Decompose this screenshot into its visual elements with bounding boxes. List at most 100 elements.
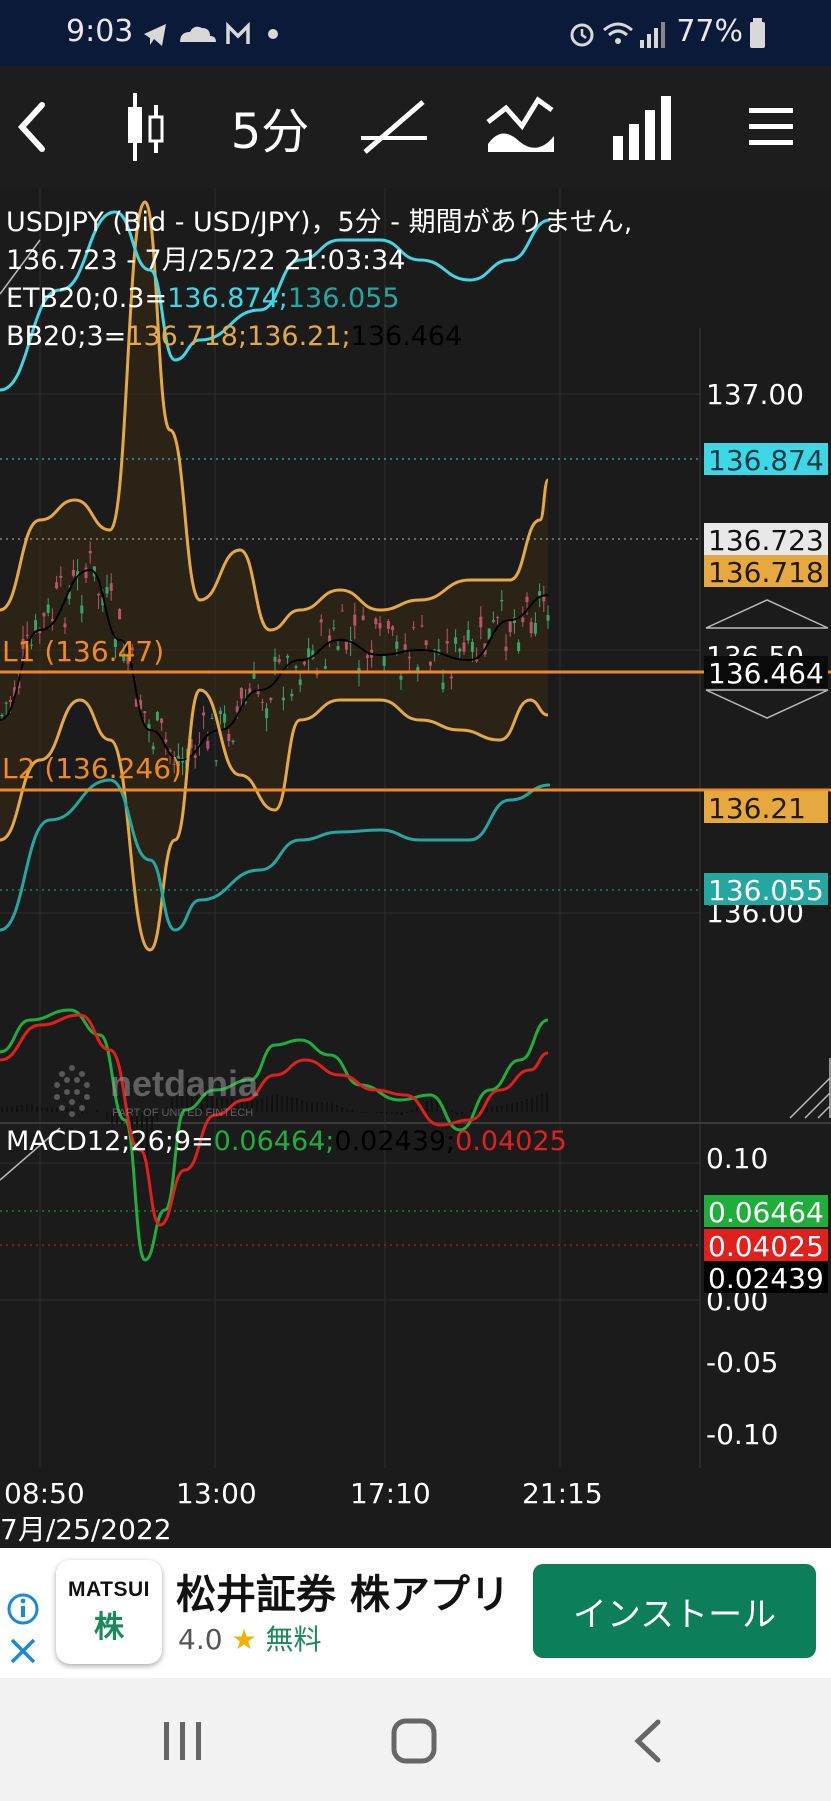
recents-icon[interactable] [160, 1720, 206, 1762]
candle-body [202, 712, 206, 716]
drag-handle-top[interactable] [705, 599, 829, 629]
candle-body [80, 605, 84, 614]
close-icon[interactable] [8, 1636, 38, 1666]
hamburger-menu-icon [749, 108, 793, 145]
candle-body [63, 623, 67, 628]
tag-hist: 0.02439 [708, 1262, 824, 1295]
candle-body [273, 656, 277, 662]
home-icon[interactable] [390, 1718, 440, 1764]
menu-button[interactable] [742, 66, 800, 188]
candle-body [231, 740, 235, 743]
back-icon[interactable] [630, 1718, 670, 1764]
candle-body [374, 618, 378, 625]
macd-legend-prefix: MACD12;26;9= [6, 1126, 214, 1157]
candle-body [160, 718, 164, 723]
telegram-icon [144, 24, 166, 46]
candle-body [399, 675, 403, 680]
candle-body [378, 623, 382, 629]
date-label: 7月/25/2022 [0, 1513, 172, 1546]
indicators-button[interactable] [484, 66, 558, 188]
candle-body [55, 582, 59, 589]
interval-label: 5分 [230, 104, 310, 160]
candle-body [441, 682, 445, 690]
cloud-icon [180, 26, 216, 42]
watermark-text: netdania [110, 1063, 259, 1104]
status-right-icons [570, 22, 665, 48]
chart-type-button[interactable] [608, 66, 680, 188]
tag-bb-upper: 136.718 [708, 556, 824, 589]
candle-body [479, 616, 483, 628]
resize-grip[interactable] [789, 1058, 831, 1119]
candle-body [361, 615, 365, 620]
candle-body [424, 640, 428, 646]
candle-body [265, 708, 269, 719]
candle-body [298, 679, 302, 685]
tag-bb-mid: 136.464 [708, 657, 824, 690]
candle-body [71, 569, 75, 576]
ad-logo-kanji: 株 [94, 1610, 124, 1645]
candle-body [42, 613, 46, 617]
candle-body [533, 623, 537, 634]
tag-last-price: 136.723 [708, 524, 824, 557]
candle-body [344, 640, 348, 650]
chart-toolbar: 5分 [0, 66, 831, 189]
candle-body [46, 604, 50, 613]
candle-body [458, 648, 462, 652]
candle-body [470, 642, 474, 652]
candlestick-icon [128, 93, 164, 161]
candle-body [218, 710, 222, 715]
candle-body [88, 551, 92, 554]
chart-header-line1: USDJPY (Bid - USD/JPY)，5分 - 期間がありません, [6, 207, 633, 238]
candle-body [151, 746, 155, 750]
tag-etb-upper: 136.874 [708, 444, 824, 477]
candle-body [206, 741, 210, 749]
candle-body [529, 622, 533, 634]
candle-body [252, 673, 256, 679]
drawing-tools-button[interactable] [358, 66, 430, 188]
candle-body [504, 646, 508, 651]
interval-button[interactable]: 5分 [220, 66, 320, 188]
drag-handle-bottom[interactable] [705, 689, 829, 719]
ad-app-logo[interactable]: MATSUI 株 [56, 1560, 162, 1664]
candle-body [508, 621, 512, 633]
candle-body [365, 655, 369, 659]
candle-body [307, 648, 311, 658]
candle-body [517, 642, 521, 652]
macd-legend-signal: 0.04025 [455, 1126, 567, 1157]
candle-body [281, 697, 285, 701]
macd-legend: MACD12;26;9=0.06464;0.02439;0.04025 [6, 1123, 567, 1161]
candle-body [260, 701, 264, 703]
ad-rating: 4.0 ★ 無料 [178, 1618, 321, 1658]
candle-body [105, 587, 109, 594]
candle-body [395, 641, 399, 649]
ad-banner[interactable]: MATSUI 株 松井証券 株アプリ 4.0 ★ 無料 インストール [0, 1548, 831, 1678]
line-l2-label: L2 (136.246) [2, 752, 182, 785]
candle-body [332, 627, 336, 629]
ad-title[interactable]: 松井証券 株アプリ [176, 1562, 510, 1620]
ad-logo-text: MATSUI [68, 1578, 150, 1601]
candlestick-button[interactable] [112, 66, 178, 188]
candle-body [210, 718, 214, 720]
watermark-subtext: PART OF UNITED FINTECH [112, 1107, 253, 1119]
status-bar: 9:03 77% [0, 0, 831, 66]
candle-body [59, 575, 63, 578]
time-tick-0850: 08:50 [4, 1477, 85, 1510]
battery-icon [750, 18, 765, 48]
bb-legend-mid: 136.464 [350, 321, 463, 352]
candle-body [323, 666, 327, 669]
candle-body [214, 760, 218, 762]
install-button[interactable]: インストール [533, 1564, 816, 1658]
candle-body [407, 656, 411, 659]
candle-body [382, 656, 386, 666]
info-icon[interactable] [6, 1592, 40, 1626]
draw-line-icon [361, 100, 427, 154]
price-chart[interactable]: netdania PART OF UNITED FINTECH 137.00 1… [0, 188, 831, 1548]
candle-body [235, 706, 239, 712]
back-button[interactable] [0, 66, 64, 188]
candle-body [164, 739, 168, 743]
tag-etb-lower: 136.055 [708, 874, 824, 907]
candle-body [277, 658, 281, 663]
chart-area[interactable]: netdania PART OF UNITED FINTECH 137.00 1… [0, 188, 831, 1548]
candle-body [286, 655, 290, 658]
candle-body [546, 615, 550, 621]
